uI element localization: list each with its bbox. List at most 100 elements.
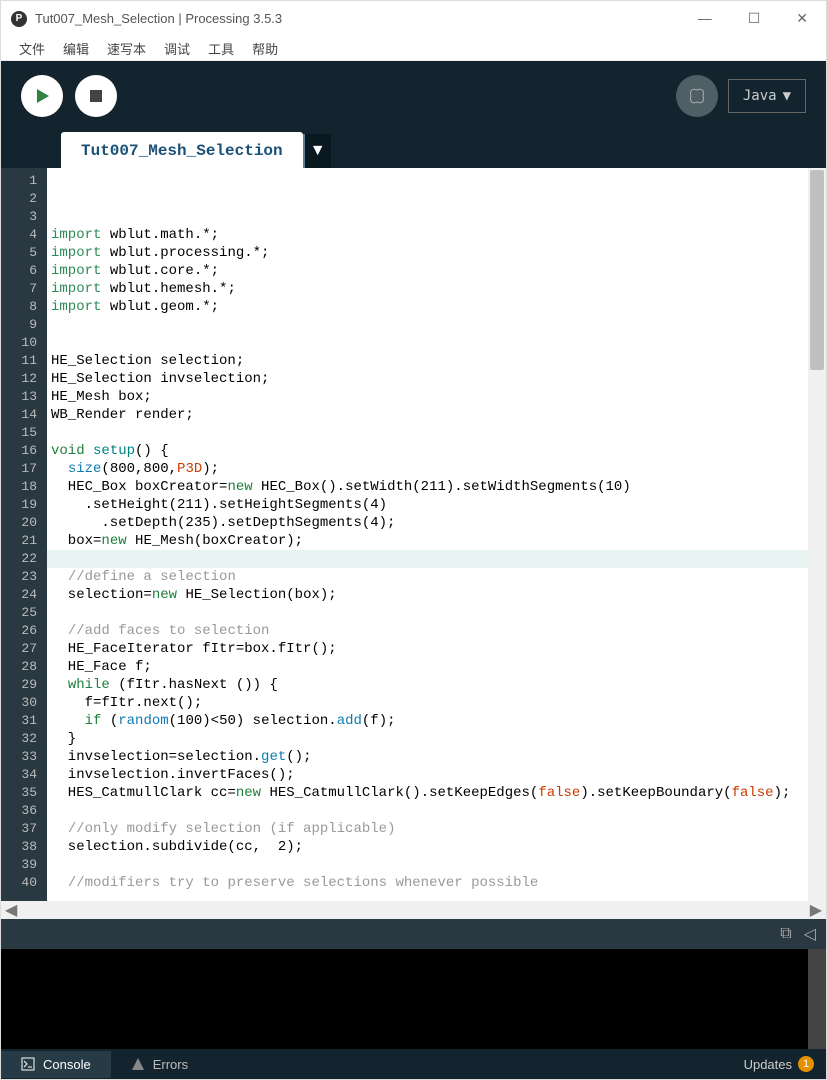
code-line: void setup() { <box>51 442 808 460</box>
line-number: 6 <box>7 262 41 280</box>
window-title: Tut007_Mesh_Selection | Processing 3.5.3 <box>35 11 690 26</box>
code-line: HE_FaceIterator fItr=box.fItr(); <box>51 640 808 658</box>
line-number: 14 <box>7 406 41 424</box>
line-number: 28 <box>7 658 41 676</box>
stop-icon <box>89 89 103 103</box>
maximize-button[interactable]: ☐ <box>740 8 769 29</box>
line-number: 4 <box>7 226 41 244</box>
line-number: 34 <box>7 766 41 784</box>
code-line: import wblut.hemesh.*; <box>51 280 808 298</box>
run-button[interactable] <box>21 75 63 117</box>
code-line <box>51 334 808 352</box>
line-number: 2 <box>7 190 41 208</box>
code-line: HE_Mesh box; <box>51 388 808 406</box>
code-area[interactable]: import wblut.math.*;import wblut.process… <box>47 168 808 901</box>
code-line: .setDepth(235).setDepthSegments(4); <box>51 514 808 532</box>
code-line: selection=new HE_Selection(box); <box>51 586 808 604</box>
code-content: import wblut.math.*;import wblut.process… <box>51 226 808 901</box>
code-line <box>51 802 808 820</box>
line-number: 21 <box>7 532 41 550</box>
tab-active[interactable]: Tut007_Mesh_Selection <box>61 132 303 168</box>
line-number: 23 <box>7 568 41 586</box>
errors-tab[interactable]: Errors <box>111 1051 208 1078</box>
line-number: 27 <box>7 640 41 658</box>
menu-file[interactable]: 文件 <box>11 37 53 60</box>
language-selector[interactable]: Java ▼ <box>728 79 806 113</box>
code-line: HE_Selection invselection; <box>51 370 808 388</box>
menubar: 文件 编辑 速写本 调试 工具 帮助 <box>1 36 826 61</box>
line-number: 5 <box>7 244 41 262</box>
scroll-right-arrow[interactable]: ▶ <box>810 900 822 920</box>
code-line: import wblut.processing.*; <box>51 244 808 262</box>
line-number: 18 <box>7 478 41 496</box>
editor[interactable]: 1234567891011121314151617181920212223242… <box>1 168 826 901</box>
code-line: //modifiers try to preserve selections w… <box>51 874 808 892</box>
line-number: 39 <box>7 856 41 874</box>
tabs-row: Tut007_Mesh_Selection ▼ <box>1 131 826 168</box>
line-number: 9 <box>7 316 41 334</box>
scroll-left-arrow[interactable]: ◀ <box>5 900 17 920</box>
line-number: 11 <box>7 352 41 370</box>
menu-tools[interactable]: 工具 <box>200 37 242 60</box>
console-icon <box>21 1057 35 1071</box>
console-export-icon[interactable]: ⧉ <box>780 925 791 943</box>
code-line: import wblut.geom.*; <box>51 298 808 316</box>
code-line: HE_Selection selection; <box>51 352 808 370</box>
code-line: invselection=selection.get(); <box>51 748 808 766</box>
line-number: 36 <box>7 802 41 820</box>
menu-sketch[interactable]: 速写本 <box>99 37 154 60</box>
code-line: HEC_Box boxCreator=new HEC_Box().setWidt… <box>51 478 808 496</box>
line-number: 26 <box>7 622 41 640</box>
code-line: //add faces to selection <box>51 622 808 640</box>
mode-button[interactable] <box>676 75 718 117</box>
code-line <box>51 550 808 568</box>
line-number: 12 <box>7 370 41 388</box>
code-line: import wblut.math.*; <box>51 226 808 244</box>
line-number: 24 <box>7 586 41 604</box>
code-line: //define a selection <box>51 568 808 586</box>
code-line: } <box>51 730 808 748</box>
line-number: 7 <box>7 280 41 298</box>
menu-debug[interactable]: 调试 <box>156 37 198 60</box>
code-line: //only modify selection (if applicable) <box>51 820 808 838</box>
minimize-button[interactable]: — <box>690 8 720 29</box>
window-controls: — ☐ ✕ <box>690 8 816 29</box>
console-tab[interactable]: Console <box>1 1051 111 1078</box>
titlebar: P Tut007_Mesh_Selection | Processing 3.5… <box>1 1 826 36</box>
code-line: if (random(100)<50) selection.add(f); <box>51 712 808 730</box>
app-icon: P <box>11 11 27 27</box>
console-tab-label: Console <box>43 1057 91 1072</box>
line-number: 30 <box>7 694 41 712</box>
line-number: 37 <box>7 820 41 838</box>
scrollbar-thumb[interactable] <box>810 170 824 370</box>
line-number: 15 <box>7 424 41 442</box>
line-number: 13 <box>7 388 41 406</box>
console-toolbar: ⧉ ◁ <box>1 919 826 949</box>
code-line <box>51 892 808 901</box>
console-collapse-icon[interactable]: ◁ <box>804 924 816 944</box>
console[interactable] <box>1 949 826 1049</box>
line-number: 16 <box>7 442 41 460</box>
close-button[interactable]: ✕ <box>788 8 816 29</box>
stop-button[interactable] <box>75 75 117 117</box>
line-number: 25 <box>7 604 41 622</box>
line-number: 35 <box>7 784 41 802</box>
line-number: 3 <box>7 208 41 226</box>
code-line <box>51 424 808 442</box>
horizontal-scrollbar[interactable]: ◀ ▶ <box>1 901 826 919</box>
code-line: import wblut.core.*; <box>51 262 808 280</box>
tabs-menu-button[interactable]: ▼ <box>303 134 331 168</box>
line-number: 1 <box>7 172 41 190</box>
line-number: 31 <box>7 712 41 730</box>
warning-icon <box>131 1057 145 1071</box>
language-label: Java <box>743 88 777 104</box>
line-number: 33 <box>7 748 41 766</box>
menu-edit[interactable]: 编辑 <box>55 37 97 60</box>
line-number: 19 <box>7 496 41 514</box>
updates-indicator[interactable]: Updates 1 <box>744 1056 826 1072</box>
menu-help[interactable]: 帮助 <box>244 37 286 60</box>
updates-count-badge: 1 <box>798 1056 814 1072</box>
vertical-scrollbar[interactable] <box>808 168 826 901</box>
processing-window: P Tut007_Mesh_Selection | Processing 3.5… <box>0 0 827 1080</box>
toolbar: Java ▼ <box>1 61 826 131</box>
